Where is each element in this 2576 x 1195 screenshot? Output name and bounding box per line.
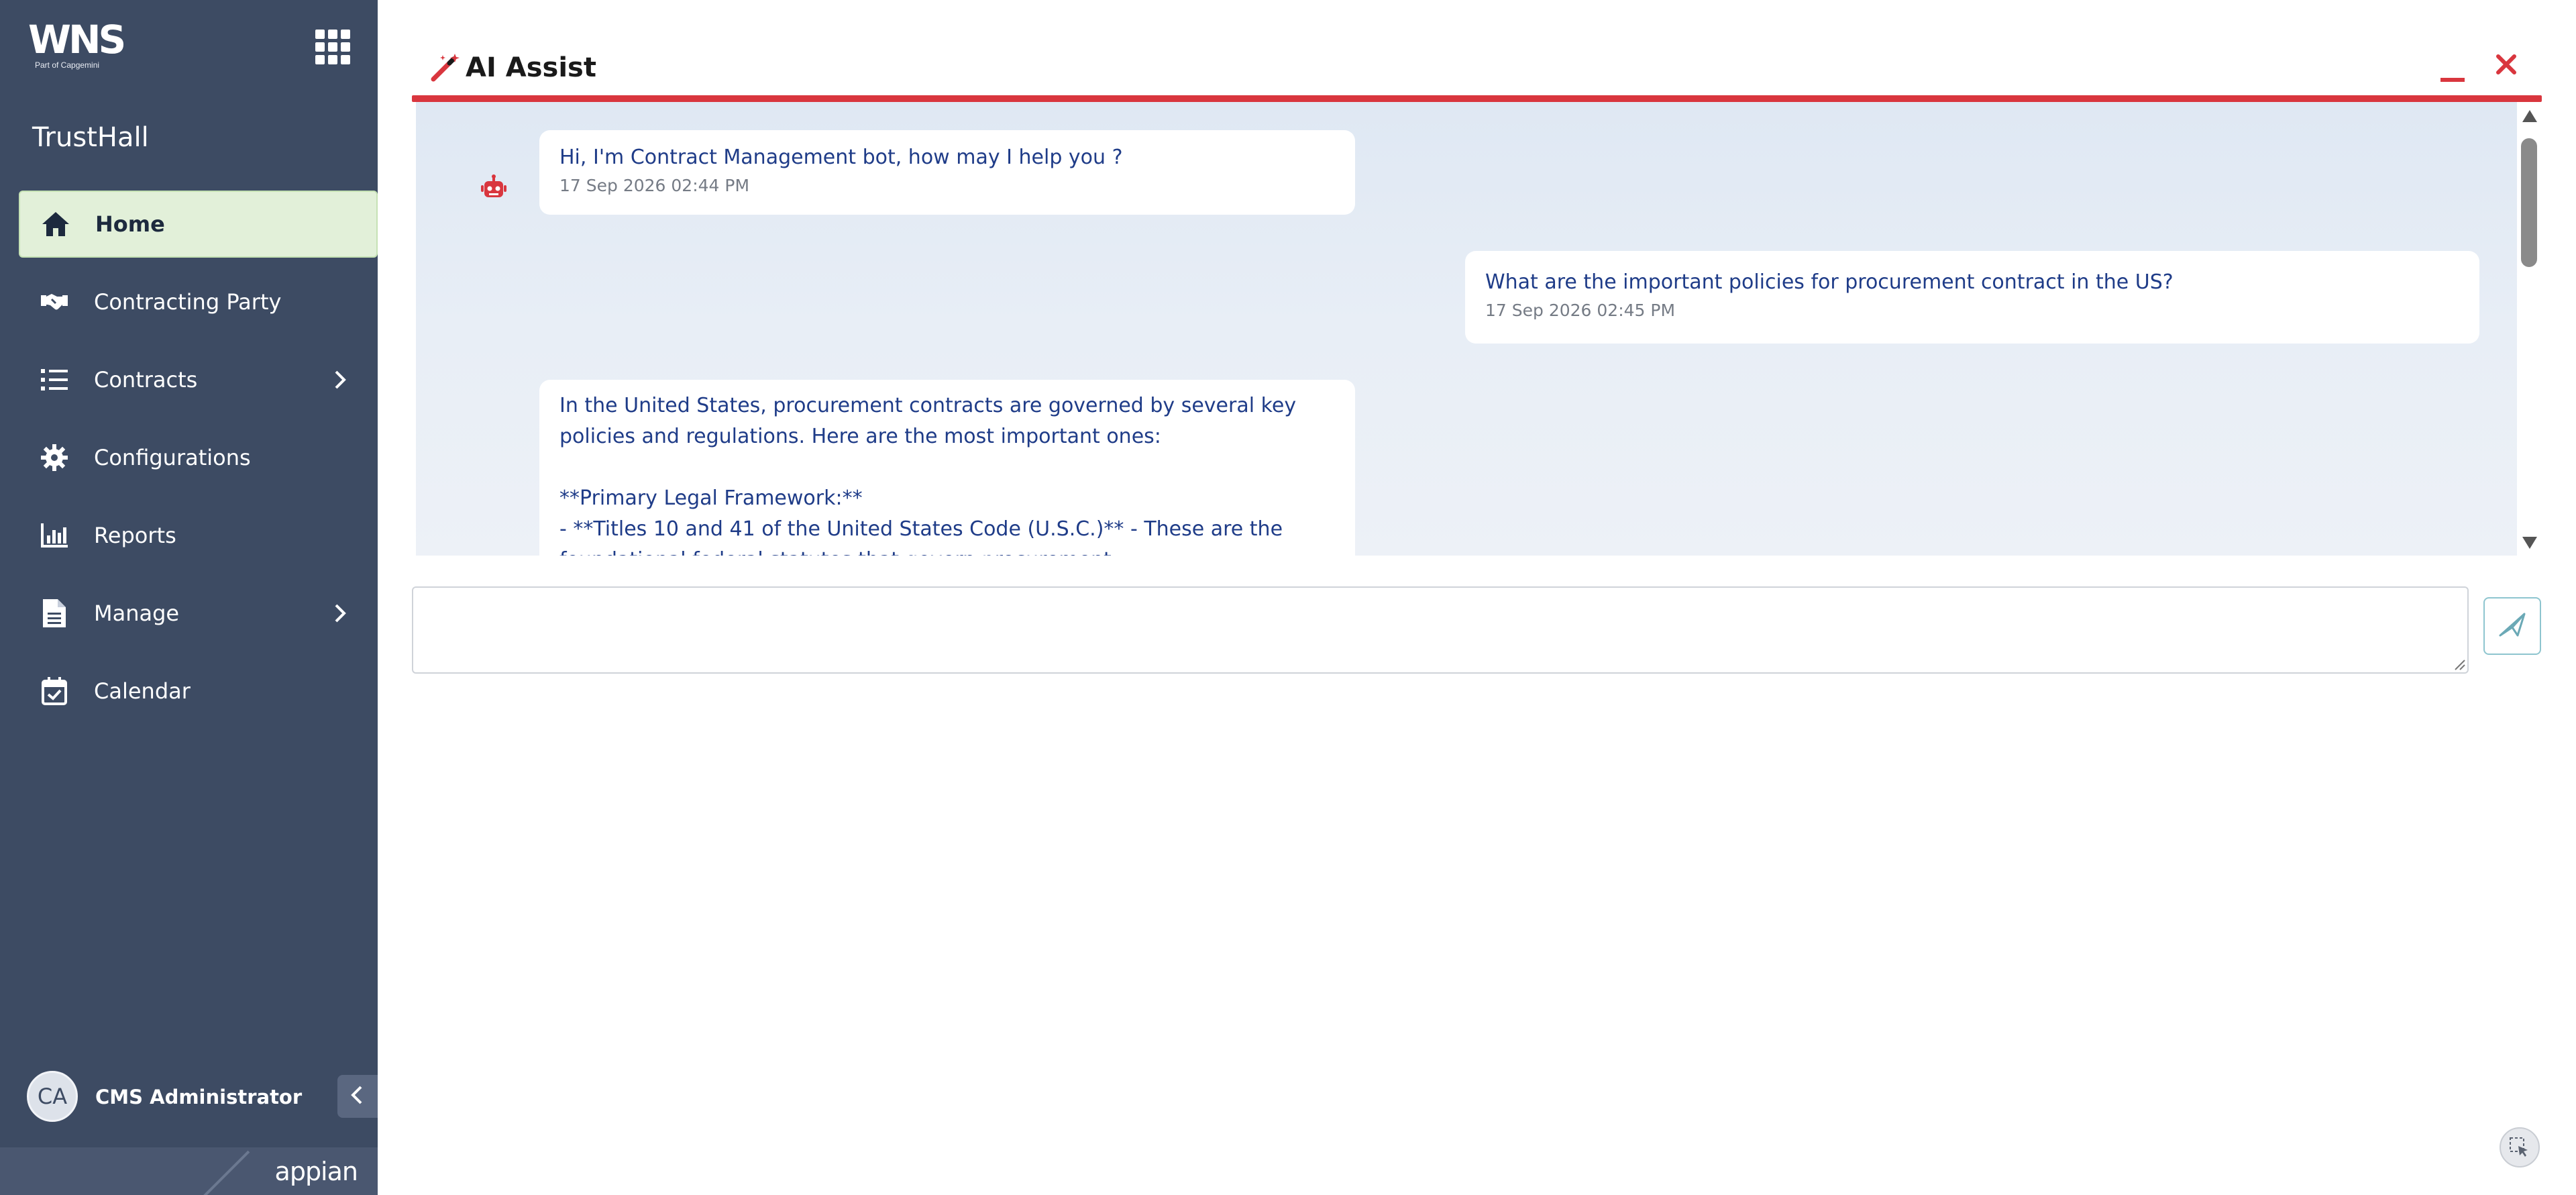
document-icon <box>39 598 70 629</box>
ai-assist-header: AI Assist <box>412 44 2548 99</box>
app-grid-icon[interactable] <box>315 30 350 64</box>
robot-icon <box>480 174 507 201</box>
sidebar: WNS Part of Capgemini TrustHall Home Con… <box>0 0 378 1195</box>
user-name[interactable]: CMS Administrator <box>95 1086 302 1108</box>
chat-message-bot: Hi, I'm Contract Management bot, how may… <box>539 130 1355 215</box>
brand-logo[interactable]: WNS Part of Capgemini <box>28 20 136 74</box>
sidebar-item-label: Calendar <box>94 678 191 704</box>
chat-message-user: What are the important policies for proc… <box>1465 251 2479 344</box>
resize-grip-icon[interactable] <box>2450 655 2466 671</box>
chevron-right-icon <box>329 603 351 624</box>
close-button[interactable] <box>2493 51 2522 81</box>
sidebar-item-configurations[interactable]: Configurations <box>19 424 378 491</box>
appian-logo: appian <box>274 1157 358 1186</box>
home-icon <box>40 209 71 240</box>
send-button[interactable] <box>2483 597 2541 655</box>
scroll-down-arrow-icon[interactable] <box>2522 537 2537 549</box>
list-icon <box>39 364 70 395</box>
sidebar-item-label: Contracts <box>94 367 198 393</box>
minimize-button[interactable] <box>2438 64 2469 85</box>
sidebar-item-reports[interactable]: Reports <box>19 502 378 569</box>
chat-message-bot: In the United States, procurement contra… <box>539 380 1355 556</box>
close-icon <box>2493 54 2520 81</box>
chat-history[interactable]: Hi, I'm Contract Management bot, how may… <box>416 102 2517 556</box>
calendar-check-icon <box>39 676 70 707</box>
message-text: Hi, I'm Contract Management bot, how may… <box>559 146 1123 169</box>
minimize-icon <box>2440 78 2465 82</box>
sidebar-item-label: Configurations <box>94 445 251 470</box>
collapse-sidebar-button[interactable] <box>337 1075 378 1118</box>
sidebar-item-label: Manage <box>94 601 180 626</box>
cursor-select-icon[interactable] <box>2500 1127 2540 1167</box>
chevron-left-icon <box>349 1084 366 1108</box>
magic-wand-icon <box>431 52 462 83</box>
user-profile[interactable]: CA CMS Administrator <box>0 1060 378 1134</box>
chevron-right-icon <box>329 369 351 391</box>
panel-title: AI Assist <box>466 52 596 83</box>
avatar[interactable]: CA <box>27 1071 78 1122</box>
sidebar-item-manage[interactable]: Manage <box>19 580 378 647</box>
sidebar-item-label: Contracting Party <box>94 289 282 315</box>
message-text: What are the important policies for proc… <box>1485 270 2174 294</box>
sidebar-item-contracting-party[interactable]: Contracting Party <box>19 268 378 335</box>
site-name: TrustHall <box>32 122 149 153</box>
sidebar-item-label: Reports <box>94 523 176 548</box>
gear-icon <box>39 442 70 473</box>
chat-scrollbar[interactable] <box>2517 102 2541 556</box>
handshake-icon <box>39 287 70 317</box>
chat-input[interactable] <box>412 586 2469 674</box>
sidebar-item-calendar[interactable]: Calendar <box>19 658 378 725</box>
header-divider <box>412 95 2542 102</box>
send-icon <box>2499 613 2526 639</box>
message-timestamp: 17 Sep 2026 02:45 PM <box>1485 301 1676 320</box>
scroll-up-arrow-icon[interactable] <box>2522 110 2537 122</box>
message-timestamp: 17 Sep 2026 02:44 PM <box>559 176 750 195</box>
divider <box>195 1150 250 1195</box>
scrollbar-thumb[interactable] <box>2521 138 2537 267</box>
sidebar-nav: Home Contracting Party Contracts Configu… <box>0 191 378 735</box>
sidebar-footer: appian <box>0 1147 378 1195</box>
message-text: In the United States, procurement contra… <box>559 394 1297 556</box>
sidebar-item-contracts[interactable]: Contracts <box>19 346 378 413</box>
sidebar-item-label: Home <box>95 211 165 237</box>
brand-name: WNS <box>28 17 126 62</box>
bar-chart-icon <box>39 520 70 551</box>
sidebar-item-home[interactable]: Home <box>19 191 378 258</box>
